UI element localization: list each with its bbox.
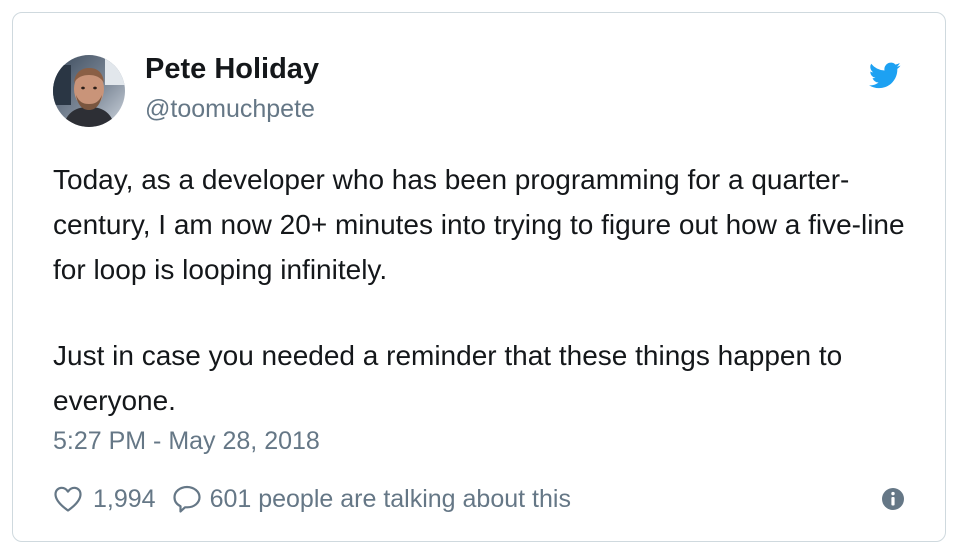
tweet-actions: 1,994 601 people are talking about this [53, 481, 571, 517]
conversation-count: 601 people are talking about this [209, 484, 571, 513]
tweet-timestamp[interactable]: 5:27 PM - May 28, 2018 [53, 427, 320, 456]
avatar-photo [53, 55, 125, 127]
heart-icon [54, 486, 82, 512]
tweet-paragraph: Just in case you needed a reminder that … [53, 340, 843, 416]
tweet-paragraph: Today, as a developer who has been progr… [53, 164, 905, 285]
tweet-card[interactable]: Pete Holiday @toomuchpete Today, as a de… [12, 12, 946, 542]
tweet-text: Today, as a developer who has been progr… [53, 157, 913, 423]
conversation-link[interactable]: 601 people are talking about this [172, 484, 571, 514]
speech-bubble-icon [172, 485, 201, 513]
author-handle[interactable]: @toomuchpete [145, 95, 315, 124]
avatar[interactable] [53, 55, 125, 127]
author-name[interactable]: Pete Holiday [145, 53, 319, 86]
twitter-bird-icon[interactable] [867, 59, 903, 91]
like-count: 1,994 [93, 484, 156, 513]
like-button[interactable]: 1,994 [53, 485, 156, 514]
info-icon[interactable] [881, 487, 905, 511]
